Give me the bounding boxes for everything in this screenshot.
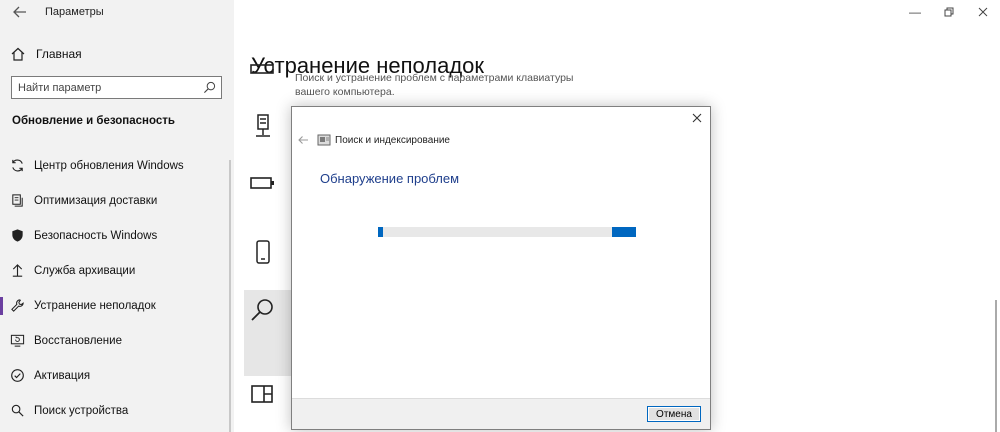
back-arrow-icon[interactable] bbox=[297, 134, 309, 146]
restore-icon[interactable] bbox=[932, 0, 966, 24]
sidebar-item-label: Устранение неполадок bbox=[34, 299, 156, 312]
sidebar-item-troubleshoot[interactable]: Устранение неполадок bbox=[0, 288, 234, 323]
main-scrollbar[interactable] bbox=[995, 300, 997, 432]
minimize-icon[interactable]: — bbox=[898, 0, 932, 24]
progress-segment-start bbox=[378, 227, 383, 237]
back-arrow-icon[interactable] bbox=[12, 4, 28, 20]
home-label: Главная bbox=[36, 47, 82, 61]
app-title: Параметры bbox=[45, 6, 104, 18]
power-icon bbox=[250, 177, 274, 189]
sidebar-item-windows-update[interactable]: Центр обновления Windows bbox=[0, 148, 234, 183]
sidebar-item-delivery-optimization[interactable]: Оптимизация доставки bbox=[0, 183, 234, 218]
progress-segment-end bbox=[612, 227, 636, 237]
shield-icon bbox=[9, 228, 25, 244]
section-title: Обновление и безопасность bbox=[12, 115, 175, 127]
network-adapter-icon bbox=[256, 114, 270, 137]
sidebar-item-label: Активация bbox=[34, 369, 91, 382]
cancel-button[interactable]: Отмена bbox=[647, 406, 701, 422]
sidebar-item-windows-security[interactable]: Безопасность Windows bbox=[0, 218, 234, 253]
close-icon[interactable] bbox=[966, 0, 1000, 24]
sync-icon bbox=[9, 158, 25, 174]
wrench-icon bbox=[9, 298, 25, 314]
delivery-icon bbox=[9, 193, 25, 209]
troubleshooter-desc: Поиск и устранение проблем с параметрами… bbox=[295, 71, 573, 99]
search-icon[interactable] bbox=[203, 81, 216, 94]
sidebar-item-label: Служба архивации bbox=[34, 264, 136, 277]
desc-line: вашего компьютера. bbox=[295, 86, 395, 98]
keyboard-icon bbox=[250, 64, 274, 74]
sidebar-item-backup[interactable]: Служба архивации bbox=[0, 253, 234, 288]
backup-arrow-icon bbox=[9, 263, 25, 279]
window-controls: — bbox=[898, 0, 1000, 24]
dialog-title: Поиск и индексирование bbox=[335, 135, 450, 146]
recovery-icon bbox=[9, 333, 25, 349]
dialog-heading: Обнаружение проблем bbox=[320, 171, 460, 186]
check-circle-icon bbox=[9, 368, 25, 384]
sidebar-item-find-device[interactable]: Поиск устройства bbox=[0, 393, 234, 428]
sidebar-item-label: Поиск устройства bbox=[34, 404, 129, 417]
find-device-icon bbox=[9, 403, 25, 419]
sidebar-scrollbar[interactable] bbox=[229, 160, 231, 432]
troubleshooter-dialog: Поиск и индексирование Обнаружение пробл… bbox=[291, 106, 711, 430]
home-link[interactable]: Главная bbox=[10, 44, 82, 64]
desc-line: Поиск и устранение проблем с параметрами… bbox=[295, 72, 574, 84]
search-input[interactable] bbox=[12, 77, 204, 98]
window-split-icon bbox=[251, 385, 273, 403]
sidebar: Параметры Главная Обновление и безопасно… bbox=[0, 0, 234, 432]
close-icon[interactable] bbox=[690, 111, 704, 125]
troubleshooter-keyboard[interactable]: Поиск и устранение проблем с параметрами… bbox=[248, 62, 728, 102]
troubleshooter-app-icon bbox=[317, 134, 331, 146]
sidebar-item-label: Восстановление bbox=[34, 334, 122, 347]
progress-bar bbox=[378, 227, 636, 237]
phone-icon bbox=[256, 240, 270, 264]
home-icon bbox=[11, 47, 25, 61]
search-box[interactable] bbox=[11, 76, 222, 99]
sidebar-item-label: Безопасность Windows bbox=[34, 229, 158, 242]
search-icon bbox=[251, 299, 273, 321]
sidebar-item-label: Центр обновления Windows bbox=[34, 159, 184, 172]
sidebar-nav: Центр обновления Windows Оптимизация дос… bbox=[0, 148, 234, 428]
sidebar-item-activation[interactable]: Активация bbox=[0, 358, 234, 393]
sidebar-item-recovery[interactable]: Восстановление bbox=[0, 323, 234, 358]
sidebar-item-label: Оптимизация доставки bbox=[34, 194, 158, 207]
dialog-footer: Отмена bbox=[292, 398, 710, 429]
